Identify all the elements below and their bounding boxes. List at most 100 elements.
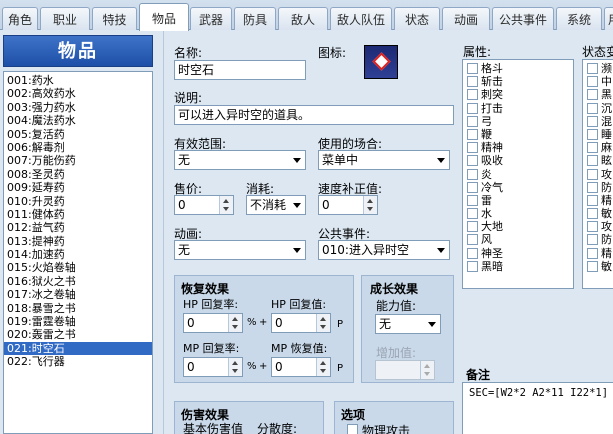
state-row[interactable]: 精	[583, 247, 613, 260]
speed-spinner[interactable]: 0	[318, 195, 378, 215]
tab-8[interactable]: 状态	[394, 7, 440, 30]
state-row[interactable]: 黑	[583, 88, 613, 101]
list-item[interactable]: 005:复活药	[4, 128, 152, 141]
attribute-row[interactable]: 风	[463, 233, 573, 246]
tab-6[interactable]: 敌人	[278, 7, 328, 30]
stat-select[interactable]: 无	[375, 314, 441, 334]
consume-select[interactable]: 不消耗	[246, 195, 306, 215]
price-spinner[interactable]: 0	[174, 195, 234, 215]
mp-rate-spinner[interactable]: 0	[183, 357, 243, 377]
state-row[interactable]: 防	[583, 233, 613, 246]
state-row[interactable]: 睡	[583, 128, 613, 141]
state-list[interactable]: 濒中黑沉混睡麻眩攻防精敏攻防精敏	[582, 59, 613, 289]
list-item[interactable]: 016:狱火之书	[4, 275, 152, 288]
state-row[interactable]: 防	[583, 181, 613, 194]
list-item[interactable]: 010:升灵药	[4, 195, 152, 208]
attribute-row[interactable]: 炎	[463, 168, 573, 181]
list-item[interactable]: 003:强力药水	[4, 101, 152, 114]
checkbox[interactable]	[587, 260, 598, 272]
attribute-row[interactable]: 弓	[463, 115, 573, 128]
attribute-list[interactable]: 格斗 斩击 刺突 打击弓鞭精神 吸收炎冷气雷水大地风神圣 黑暗	[462, 59, 574, 289]
attribute-row[interactable]: 刺突	[463, 88, 573, 101]
state-row[interactable]: 混	[583, 115, 613, 128]
list-item[interactable]: 018:暴雪之书	[4, 302, 152, 315]
list-item[interactable]: 007:万能伤药	[4, 154, 152, 167]
tab-0[interactable]: 角色	[2, 7, 38, 30]
list-item[interactable]: 022:飞行器	[4, 355, 152, 368]
checkbox[interactable]	[467, 181, 478, 193]
spinner-buttons[interactable]	[228, 358, 242, 376]
attribute-row[interactable]: 精神	[463, 141, 573, 154]
attribute-row[interactable]: 吸收	[463, 154, 573, 167]
attribute-row[interactable]: 黑暗	[463, 260, 573, 273]
state-row[interactable]: 攻	[583, 168, 613, 181]
attribute-row[interactable]: 鞭	[463, 128, 573, 141]
checkbox[interactable]	[587, 115, 598, 127]
attribute-row[interactable]: 水	[463, 207, 573, 220]
increase-spinner[interactable]	[375, 360, 435, 380]
spinner-buttons[interactable]	[363, 196, 377, 214]
tab-2[interactable]: 特技	[92, 7, 137, 30]
item-list[interactable]: 001:药水 002:高效药水 003:强力药水 004:魔法药水 005:复活药 006…	[3, 71, 153, 434]
checkbox[interactable]	[587, 234, 598, 246]
tab-9[interactable]: 动画	[442, 7, 490, 30]
checkbox[interactable]	[587, 63, 598, 74]
attribute-row[interactable]: 冷气	[463, 181, 573, 194]
checkbox[interactable]	[587, 76, 598, 88]
attribute-row[interactable]: 格斗	[463, 62, 573, 75]
checkbox[interactable]	[467, 155, 478, 167]
list-item[interactable]: 021:时空石	[4, 341, 152, 356]
list-item[interactable]: 017:冰之卷轴	[4, 288, 152, 301]
checkbox[interactable]	[587, 102, 598, 114]
animation-select[interactable]: 无	[174, 240, 306, 260]
list-item[interactable]: 015:火焰卷轴	[4, 261, 152, 274]
tab-7[interactable]: 敌人队伍	[330, 7, 392, 30]
checkbox[interactable]	[587, 168, 598, 180]
checkbox[interactable]	[467, 115, 478, 127]
physical-attack-checkbox[interactable]	[347, 424, 358, 434]
list-item[interactable]: 013:提神药	[4, 235, 152, 248]
list-item[interactable]: 002:高效药水	[4, 87, 152, 100]
state-row[interactable]: 敏	[583, 260, 613, 273]
list-item[interactable]: 011:健体药	[4, 208, 152, 221]
state-row[interactable]: 敏	[583, 207, 613, 220]
state-row[interactable]: 精	[583, 194, 613, 207]
state-row[interactable]: 攻	[583, 220, 613, 233]
tab-12[interactable]: 用	[604, 7, 613, 30]
list-item[interactable]: 004:魔法药水	[4, 114, 152, 127]
attribute-row[interactable]: 雷	[463, 194, 573, 207]
checkbox[interactable]	[467, 102, 478, 114]
checkbox[interactable]	[587, 221, 598, 233]
spinner-buttons[interactable]	[316, 314, 330, 332]
checkbox[interactable]	[467, 260, 478, 272]
state-row[interactable]: 麻	[583, 141, 613, 154]
checkbox[interactable]	[467, 89, 478, 101]
checkbox[interactable]	[467, 128, 478, 140]
checkbox[interactable]	[587, 142, 598, 154]
hp-rate-spinner[interactable]: 0	[183, 313, 243, 333]
tab-3[interactable]: 物品	[139, 3, 189, 31]
checkbox[interactable]	[587, 155, 598, 167]
state-row[interactable]: 沉	[583, 102, 613, 115]
attribute-row[interactable]: 神圣	[463, 247, 573, 260]
checkbox[interactable]	[587, 208, 598, 220]
occasion-select[interactable]: 菜单中	[318, 150, 450, 170]
spinner-buttons[interactable]	[316, 358, 330, 376]
checkbox[interactable]	[587, 128, 598, 140]
checkbox[interactable]	[467, 208, 478, 220]
checkbox[interactable]	[467, 247, 478, 259]
list-item[interactable]: 008:圣灵药	[4, 168, 152, 181]
checkbox[interactable]	[467, 194, 478, 206]
tab-1[interactable]: 职业	[40, 7, 90, 30]
name-input[interactable]: 时空石	[174, 60, 306, 80]
attribute-row[interactable]: 大地	[463, 220, 573, 233]
description-input[interactable]: 可以进入异时空的道具。	[174, 105, 454, 125]
spinner-buttons[interactable]	[420, 361, 434, 379]
checkbox[interactable]	[587, 89, 598, 101]
checkbox[interactable]	[467, 142, 478, 154]
attribute-row[interactable]: 打击	[463, 102, 573, 115]
attribute-row[interactable]: 斩击	[463, 75, 573, 88]
tab-10[interactable]: 公共事件	[492, 7, 554, 30]
checkbox[interactable]	[587, 181, 598, 193]
checkbox[interactable]	[467, 234, 478, 246]
